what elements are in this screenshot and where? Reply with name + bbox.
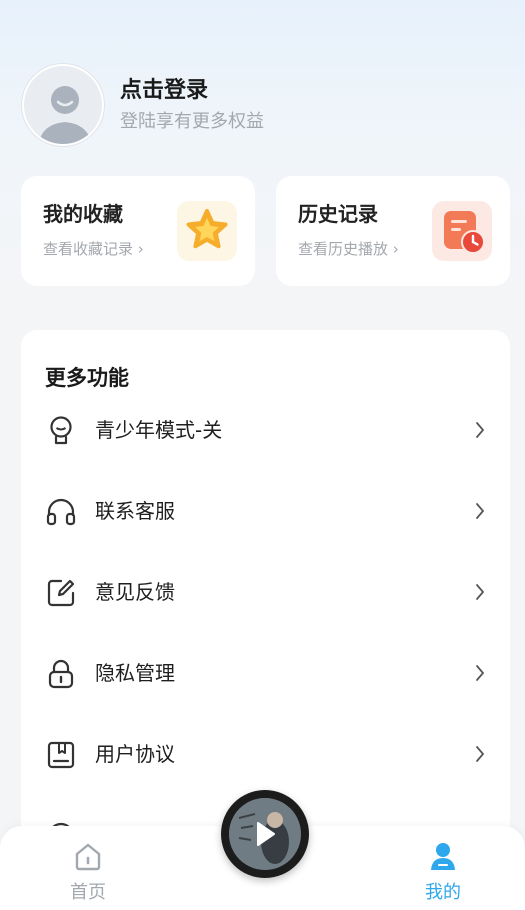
menu-item-label: 意见反馈 xyxy=(95,580,175,604)
chevron-right-icon xyxy=(476,584,485,600)
floating-player[interactable] xyxy=(221,790,309,878)
tab-home[interactable]: 首页 xyxy=(38,840,138,904)
menu-item-label: 联系客服 xyxy=(95,499,175,523)
menu-item-label: 青少年模式-关 xyxy=(95,418,223,442)
menu-item-user-agreement[interactable]: 用户协议 xyxy=(21,724,510,784)
home-icon xyxy=(75,843,101,871)
history-card[interactable]: 历史记录 查看历史播放 › xyxy=(276,176,510,286)
more-functions-title: 更多功能 xyxy=(45,366,129,390)
chevron-right-icon xyxy=(476,422,485,438)
star-icon xyxy=(177,201,237,261)
menu-item-label: 用户协议 xyxy=(95,742,175,766)
tab-home-label: 首页 xyxy=(70,882,106,903)
favorites-card[interactable]: 我的收藏 查看收藏记录 › xyxy=(21,176,255,286)
avatar[interactable] xyxy=(22,64,104,146)
menu-item-label: 隐私管理 xyxy=(95,661,175,685)
tab-mine[interactable]: 我的 xyxy=(393,840,493,904)
login-title[interactable]: 点击登录 xyxy=(120,76,264,106)
user-icon xyxy=(431,843,455,870)
menu-item-customer-service[interactable]: 联系客服 xyxy=(21,481,510,541)
menu-item-privacy[interactable]: 隐私管理 xyxy=(21,643,510,703)
youth-mode-icon xyxy=(45,415,77,447)
lock-icon xyxy=(45,658,77,690)
headphones-icon xyxy=(45,496,77,528)
favorites-subtitle: 查看收藏记录 › xyxy=(43,240,144,258)
menu-item-feedback[interactable]: 意见反馈 xyxy=(21,562,510,622)
login-subtitle: 登陆享有更多权益 xyxy=(120,111,264,132)
menu-item-youth-mode[interactable]: 青少年模式-关 xyxy=(21,400,510,460)
chevron-right-icon xyxy=(476,746,485,762)
favorites-title: 我的收藏 xyxy=(43,202,123,226)
chevron-right-icon xyxy=(476,665,485,681)
history-clock-icon xyxy=(432,201,492,261)
chevron-right-icon xyxy=(476,503,485,519)
history-title: 历史记录 xyxy=(298,202,378,226)
edit-feedback-icon xyxy=(45,577,77,609)
play-icon[interactable] xyxy=(255,820,277,848)
history-subtitle: 查看历史播放 › xyxy=(298,240,399,258)
profile-header[interactable]: 点击登录 登陆享有更多权益 xyxy=(22,64,264,146)
user-avatar-placeholder-icon xyxy=(38,86,92,144)
agreement-book-icon xyxy=(45,739,77,771)
tab-mine-label: 我的 xyxy=(425,882,461,903)
more-functions-card: 更多功能 青少年模式-关 联系客服 意见反馈 隐私管理 用户协议 xyxy=(21,330,510,850)
